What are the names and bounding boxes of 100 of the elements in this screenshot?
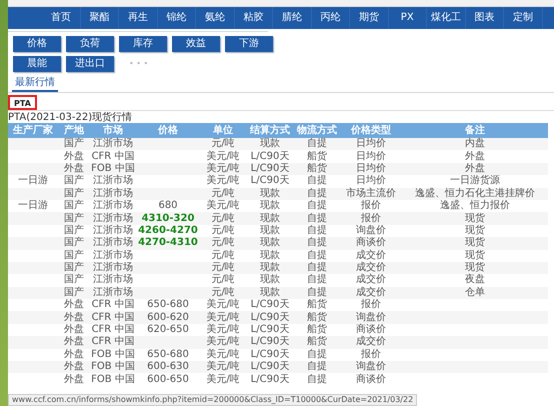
table-cell: 美元/吨 <box>206 150 240 162</box>
table-cell: 成交价 <box>356 274 386 286</box>
table-cell: 美元/吨 <box>206 324 240 336</box>
table-cell: L/C90天 <box>250 150 290 162</box>
table-cell: 自提 <box>307 212 327 224</box>
category-button[interactable]: 效益 <box>172 36 220 52</box>
table-cell: 现款 <box>260 200 280 212</box>
table-cell: 自提 <box>307 175 327 186</box>
table-cell: 国产 <box>64 286 84 298</box>
nav-link[interactable]: 氨纶 <box>196 7 234 29</box>
table-cell: 元/吨 <box>211 224 235 236</box>
table-cell: 外盘 <box>64 162 84 174</box>
table-cell: 国产 <box>64 237 84 248</box>
table-cell: 美元/吨 <box>206 374 240 385</box>
table-cell: 现货 <box>465 224 485 236</box>
table-cell: 现款 <box>260 262 280 274</box>
nav-link[interactable]: 定制 <box>504 7 542 29</box>
table-cell: 600-620 <box>147 312 189 323</box>
table-cell: 船货 <box>307 299 327 310</box>
table-cell: CFR 中国 <box>92 312 134 323</box>
table-cell: CFR 中国 <box>92 336 134 348</box>
nav-link[interactable]: 首页 <box>42 7 80 29</box>
table-cell: 外盘 <box>64 312 84 323</box>
category-button[interactable]: 库存 <box>119 36 167 52</box>
table-cell: FOB 中国 <box>91 361 135 372</box>
table-cell: 美元/吨 <box>206 200 240 212</box>
nav-link[interactable]: 煤化工 <box>427 7 466 29</box>
table-cell: 元/吨 <box>211 262 235 274</box>
table-cell: 询盘价 <box>356 312 386 323</box>
table-cell: CFR 中国 <box>92 299 134 310</box>
table-cell: 自提 <box>307 200 327 212</box>
nav-link[interactable]: 再生 <box>119 7 158 29</box>
table-cell: 自提 <box>307 274 327 286</box>
table-cell: 江浙市场 <box>93 250 133 261</box>
category-button[interactable]: 下游 <box>225 36 273 52</box>
nav-link[interactable]: 锦纶 <box>158 7 196 29</box>
table-cell: L/C90天 <box>250 374 290 385</box>
category-button[interactable]: 价格 <box>13 36 61 52</box>
table-cell: 成交价 <box>356 286 386 298</box>
column-header: 产地 <box>58 123 90 138</box>
category-button[interactable]: 晨能 <box>13 56 61 72</box>
table-cell: 自提 <box>307 250 327 261</box>
table-cell: L/C90天 <box>250 162 290 174</box>
nav-link[interactable]: 丙纶 <box>312 7 350 29</box>
status-url: www.ccf.com.cn/informs/showmkinfo.php?itemid=200000&Class_ID=T10000&CurDate=2021/03/22 <box>8 394 418 406</box>
column-header: 价格类型 <box>340 123 402 138</box>
table-cell: 一日游 <box>18 175 48 186</box>
nav-link[interactable]: 腈纶 <box>273 7 312 29</box>
tab[interactable]: 最新行情 <box>12 76 58 92</box>
table-cell: CFR 中国 <box>92 324 134 336</box>
nav-link[interactable]: 期货 <box>350 7 388 29</box>
table-cell: 国产 <box>64 262 84 274</box>
table-cell: 现款 <box>260 286 280 298</box>
table-cell: 市场主流价 <box>346 188 396 199</box>
table-cell: 现款 <box>260 237 280 248</box>
nav-link[interactable]: 图表 <box>466 7 504 29</box>
table-cell: 江浙市场 <box>93 138 133 150</box>
table-cell: 江浙市场 <box>93 188 133 199</box>
table-cell: 日均价 <box>356 138 386 150</box>
nav-link[interactable]: PX <box>388 7 427 29</box>
table-cell: 江浙市场 <box>93 286 133 298</box>
table-cell: L/C90天 <box>250 175 290 186</box>
table-cell: 现款 <box>260 250 280 261</box>
table-cell: 现货 <box>465 237 485 248</box>
table-cell: 外盘 <box>465 162 485 174</box>
column-header: 价格 <box>136 123 200 138</box>
table-cell: 报价 <box>361 200 381 212</box>
table-cell: 报价 <box>361 212 381 224</box>
table-cell: 国产 <box>64 175 84 186</box>
table-cell: 外盘 <box>64 150 84 162</box>
table-cell: 600-630 <box>147 361 189 372</box>
table-cell: 报价 <box>361 348 381 360</box>
table-cell: 4260-4270 <box>138 224 198 236</box>
table-caption: PTA(2021-03-22)现货行情 <box>8 112 134 123</box>
table-cell: 美元/吨 <box>206 348 240 360</box>
table-cell: 现货 <box>465 212 485 224</box>
table-cell: 620-650 <box>147 324 189 336</box>
table-cell: 680 <box>158 200 178 212</box>
table-cell: 外盘 <box>64 348 84 360</box>
table-cell: 元/吨 <box>211 188 235 199</box>
table-cell: 现货 <box>465 262 485 274</box>
table-cell: 自提 <box>307 224 327 236</box>
table-cell: 船货 <box>307 324 327 336</box>
table-cell: 元/吨 <box>211 286 235 298</box>
product-tab[interactable]: PTA <box>8 95 37 110</box>
nav-link[interactable]: 聚酯 <box>80 7 119 29</box>
table-cell: 现款 <box>260 138 280 150</box>
table-cell: 日均价 <box>356 175 386 186</box>
nav-link[interactable]: 粘胶 <box>234 7 273 29</box>
category-button[interactable]: 负荷 <box>66 36 114 52</box>
table-cell: 成交价 <box>356 336 386 348</box>
table-cell: 自提 <box>307 237 327 248</box>
category-button[interactable]: 进出口 <box>66 56 114 72</box>
table-cell: 内盘 <box>465 138 485 150</box>
table-cell: 自提 <box>307 361 327 372</box>
table-cell: 650-680 <box>147 299 189 310</box>
table-cell: 外盘 <box>64 361 84 372</box>
table-cell: 一日游货源 <box>450 175 500 186</box>
table-cell: 自提 <box>307 138 327 150</box>
table-cell: 夜盘 <box>465 274 485 286</box>
